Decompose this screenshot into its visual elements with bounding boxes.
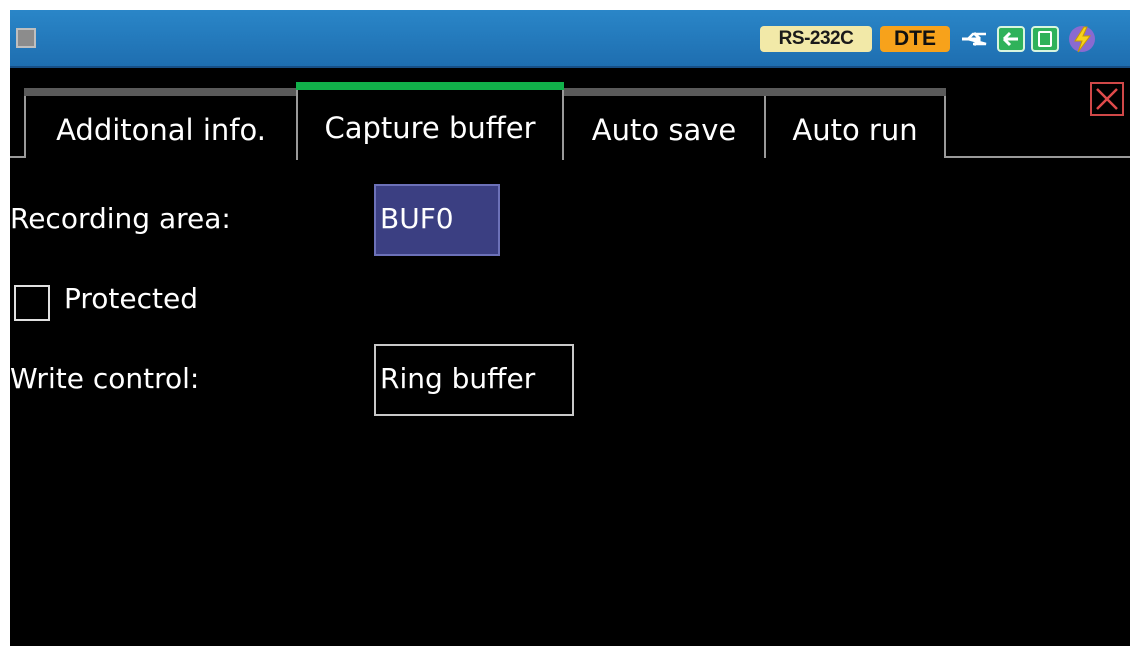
tab-label: Additonal info.	[56, 113, 266, 147]
tab-capture-buffer[interactable]: Capture buffer	[296, 82, 564, 160]
tab-label: Capture buffer	[324, 111, 536, 145]
interface-badge: RS-232C	[760, 26, 872, 52]
power-icon	[1069, 26, 1095, 53]
mode-badge: DTE	[880, 26, 950, 52]
tab-label: Auto save	[591, 113, 737, 147]
recording-area-label: Recording area:	[10, 202, 231, 235]
device-screen: RS-232C DTE Additonal info. Capture buff…	[10, 10, 1130, 646]
protected-label: Protected	[64, 282, 198, 315]
tab-auto-save[interactable]: Auto save	[562, 88, 766, 158]
usb-icon	[962, 31, 987, 47]
recording-area-select[interactable]: BUF0	[374, 184, 500, 256]
protected-checkbox[interactable]	[14, 285, 50, 321]
tab-auto-run[interactable]: Auto run	[764, 88, 946, 158]
tab-label: Auto run	[792, 113, 918, 147]
close-button[interactable]	[1090, 82, 1124, 116]
sd-card-icon	[1031, 26, 1059, 52]
write-control-label: Write control:	[10, 362, 200, 395]
status-bar: RS-232C DTE	[10, 10, 1130, 68]
card-transfer-icon	[997, 26, 1025, 52]
menu-icon[interactable]	[16, 28, 36, 48]
write-control-select[interactable]: Ring buffer	[374, 344, 574, 416]
close-icon	[1096, 88, 1118, 110]
tab-additional-info[interactable]: Additonal info.	[24, 88, 298, 158]
